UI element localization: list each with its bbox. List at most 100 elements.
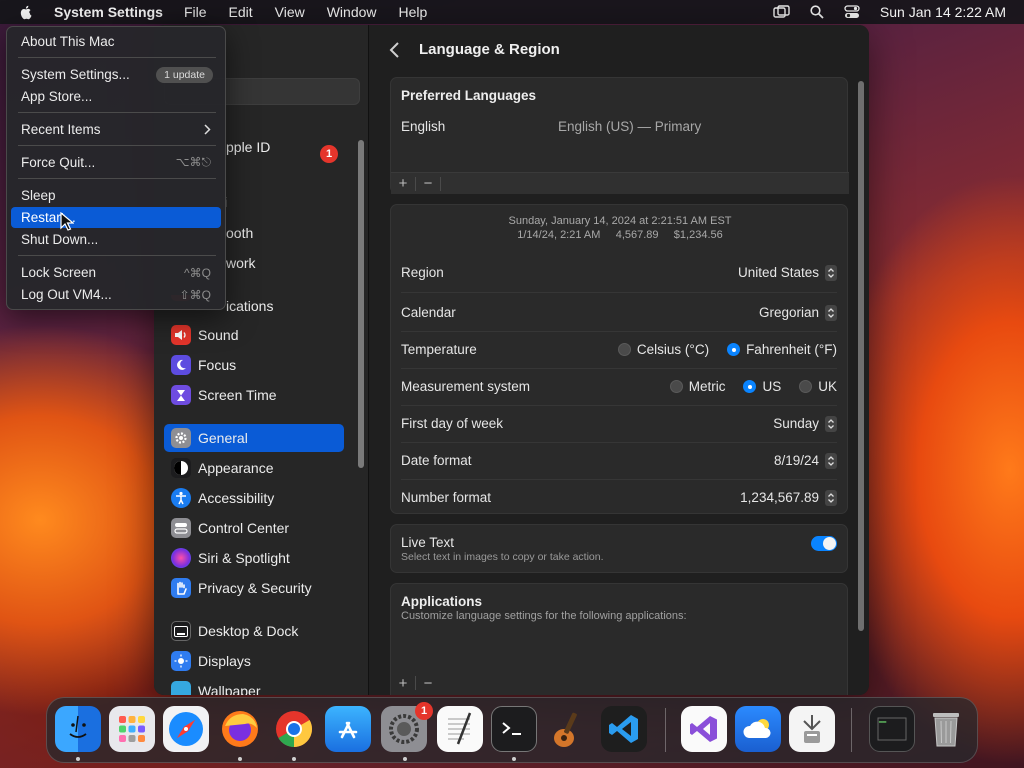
sidebar-item-appearance[interactable]: Appearance <box>164 454 344 482</box>
add-language-button[interactable]: + <box>391 175 415 192</box>
menu-view[interactable]: View <box>275 4 305 20</box>
sidebar-item-notifications-label[interactable]: ications <box>226 298 273 314</box>
region-popup[interactable]: United States <box>738 264 837 281</box>
celsius-label: Celsius (°C) <box>636 342 710 357</box>
menu-item-lock-screen[interactable]: Lock Screen ^⌘Q <box>11 262 221 283</box>
menu-datetime[interactable]: Sun Jan 14 2:22 AM <box>880 4 1006 20</box>
sidebar-item-apple-id-label[interactable]: pple ID <box>226 139 270 155</box>
menu-item-restart[interactable]: Restart... <box>11 207 221 228</box>
first-day-popup[interactable]: Sunday <box>773 415 837 432</box>
fahrenheit-option[interactable]: Fahrenheit (°F) <box>727 342 837 357</box>
sidebar-item-privacy-security[interactable]: Privacy & Security <box>164 574 344 602</box>
screen-mirroring-icon[interactable] <box>773 5 790 19</box>
first-day-label: First day of week <box>401 416 504 431</box>
terminal-icon[interactable] <box>491 706 537 752</box>
menu-item-recent-items[interactable]: Recent Items <box>11 119 221 140</box>
running-indicator <box>76 757 80 761</box>
add-application-button[interactable]: + <box>391 675 415 692</box>
chrome-icon[interactable] <box>271 706 317 752</box>
metric-radio[interactable] <box>669 380 683 393</box>
apple-logo-icon[interactable] <box>18 4 34 20</box>
sidebar-item-desktop-dock[interactable]: Desktop & Dock <box>164 617 344 645</box>
vscode-icon[interactable] <box>601 706 647 752</box>
celsius-radio[interactable] <box>617 343 631 356</box>
sidebar-item-bluetooth-label[interactable]: ooth <box>226 225 253 241</box>
remove-application-button[interactable]: − <box>416 675 440 692</box>
garageband-icon[interactable] <box>545 706 591 752</box>
launchpad-icon[interactable] <box>109 706 155 752</box>
menu-item-system-settings[interactable]: System Settings... 1 update <box>11 64 221 85</box>
calendar-popup[interactable]: Gregorian <box>758 304 837 321</box>
wallpaper-icon <box>171 681 191 695</box>
uk-option[interactable]: UK <box>799 379 837 394</box>
sidebar-item-displays[interactable]: Displays <box>164 647 344 675</box>
sidebar-item-screen-time[interactable]: Screen Time <box>164 381 344 409</box>
settings-update-badge: 1 <box>415 702 433 720</box>
appearance-icon <box>171 458 191 478</box>
divider <box>440 176 441 191</box>
dock-icon <box>171 621 191 641</box>
menu-app-name[interactable]: System Settings <box>54 4 163 20</box>
celsius-option[interactable]: Celsius (°C) <box>617 342 710 357</box>
us-option[interactable]: US <box>743 379 781 394</box>
menu-file[interactable]: File <box>184 4 207 20</box>
menu-help[interactable]: Help <box>399 4 428 20</box>
sidebar-item-label: Appearance <box>198 460 274 476</box>
content-scrollbar[interactable] <box>858 81 864 631</box>
menu-window[interactable]: Window <box>327 4 377 20</box>
activity-monitor-icon[interactable]: ━━ <box>869 706 915 752</box>
control-center-icon[interactable] <box>844 5 860 19</box>
menu-edit[interactable]: Edit <box>229 4 253 20</box>
applications-add-remove-bar: + − <box>391 672 849 694</box>
live-text-toggle[interactable] <box>811 536 837 551</box>
menu-item-app-store[interactable]: App Store... <box>11 86 221 107</box>
archive-utility-icon[interactable] <box>789 706 835 752</box>
fahrenheit-radio[interactable] <box>727 343 741 356</box>
date-format-row: Date format 8/19/24 <box>391 442 849 479</box>
menu-item-shut-down[interactable]: Shut Down... <box>11 229 221 250</box>
app-store-icon[interactable] <box>325 706 371 752</box>
textedit-icon[interactable] <box>437 706 483 752</box>
format-preview-line1: Sunday, January 14, 2024 at 2:21:51 AM E… <box>508 215 732 227</box>
format-preview-line2: 1/14/24, 2:21 AM 4,567.89 $1,234.56 <box>517 229 723 241</box>
language-name[interactable]: English <box>401 119 445 134</box>
menu-item-force-quit[interactable]: Force Quit... ⌥⌘⎋ <box>11 152 221 173</box>
uk-radio[interactable] <box>799 380 813 393</box>
sidebar-item-control-center[interactable]: Control Center <box>164 514 344 542</box>
safari-icon[interactable] <box>163 706 209 752</box>
mouse-pointer-icon <box>60 212 74 231</box>
sidebar-item-wallpaper[interactable]: Wallpaper <box>164 677 344 695</box>
sidebar-item-general[interactable]: General <box>164 424 344 452</box>
remove-language-button[interactable]: − <box>416 175 440 192</box>
hourglass-icon <box>171 385 191 405</box>
menu-item-sleep[interactable]: Sleep <box>11 185 221 206</box>
finder-icon[interactable] <box>55 706 101 752</box>
menu-item-log-out[interactable]: Log Out VM4... ⇧⌘Q <box>11 284 221 305</box>
number-format-popup[interactable]: 1,234,567.89 <box>740 489 837 506</box>
chevron-right-icon <box>204 124 211 135</box>
back-chevron-icon[interactable] <box>388 41 402 59</box>
sidebar-item-focus[interactable]: Focus <box>164 351 344 379</box>
weather-icon[interactable] <box>735 706 781 752</box>
system-settings-window: pple ID 1 i ooth work ications Sound Foc… <box>154 25 869 695</box>
sidebar-item-sound[interactable]: Sound <box>164 321 344 349</box>
trash-icon[interactable] <box>923 706 969 752</box>
spotlight-search-icon[interactable] <box>810 5 824 19</box>
sidebar-scrollbar[interactable] <box>358 140 364 468</box>
gear-icon <box>171 428 191 448</box>
calendar-value: Gregorian <box>758 305 819 320</box>
sidebar-item-network-label[interactable]: work <box>226 255 256 271</box>
menu-item-about[interactable]: About This Mac <box>11 31 221 52</box>
sidebar-item-siri-spotlight[interactable]: Siri & Spotlight <box>164 544 344 572</box>
measurement-options: Metric US UK <box>658 379 837 394</box>
sidebar-item-accessibility[interactable]: Accessibility <box>164 484 344 512</box>
visual-studio-icon[interactable] <box>681 706 727 752</box>
lock-screen-shortcut: ^⌘Q <box>184 265 211 280</box>
firefox-icon[interactable] <box>217 706 263 752</box>
accessibility-icon <box>171 488 191 508</box>
dock-separator <box>665 708 666 752</box>
metric-option[interactable]: Metric <box>669 379 725 394</box>
live-text-description: Select text in images to copy or take ac… <box>401 551 604 563</box>
us-radio[interactable] <box>743 380 757 393</box>
date-format-popup[interactable]: 8/19/24 <box>774 452 837 469</box>
